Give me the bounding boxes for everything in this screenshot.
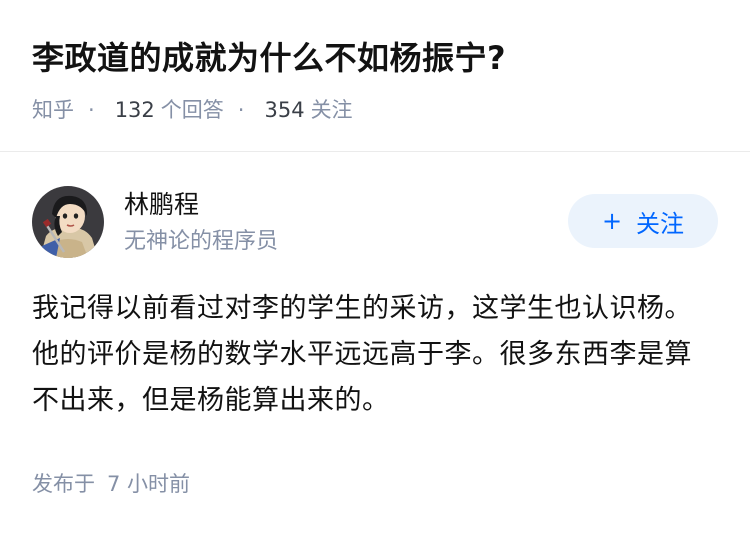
plus-icon: +: [601, 207, 623, 235]
source-link[interactable]: 知乎: [32, 98, 74, 122]
follow-button-label: 关注: [636, 209, 685, 238]
posted-time: 7 小时前: [107, 472, 191, 496]
author-card: 林鹏程 无神论的程序员 + 关注: [32, 182, 718, 262]
follow-button[interactable]: + 关注: [568, 194, 718, 248]
avatar-cartoon-warrior-icon: [32, 186, 104, 258]
author-name[interactable]: 林鹏程: [124, 188, 199, 222]
question-meta: 知乎 · 132 个回答 · 354 关注: [32, 94, 353, 126]
author-bio: 无神论的程序员: [124, 229, 279, 254]
follower-count-label[interactable]: 关注: [311, 98, 353, 122]
section-divider: [0, 151, 750, 152]
follower-count: 354: [264, 98, 305, 122]
answer-count-label[interactable]: 个回答: [161, 98, 224, 122]
answer-count: 132: [114, 98, 155, 122]
separator-dot: ·: [237, 98, 245, 122]
post-time: 发布于 7 小时前: [32, 468, 190, 500]
answer-content: 我记得以前看过对李的学生的采访，这学生也认识杨。他的评价是杨的数学水平远远高于李…: [32, 293, 692, 416]
separator-dot: ·: [88, 98, 95, 122]
author-avatar[interactable]: [32, 186, 104, 258]
posted-label: 发布于: [32, 472, 95, 496]
question-title[interactable]: 李政道的成就为什么不如杨振宁?: [32, 36, 506, 80]
